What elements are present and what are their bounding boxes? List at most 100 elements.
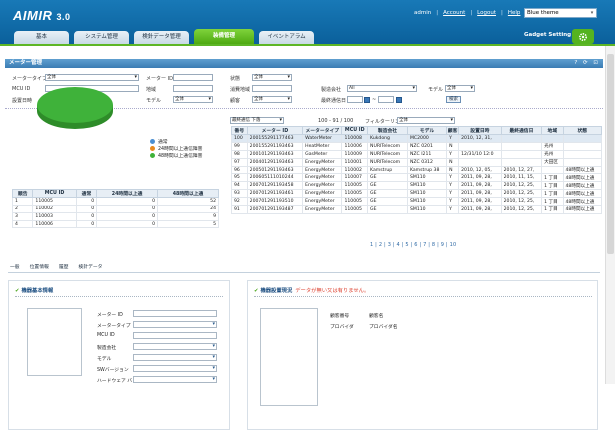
tab-basic[interactable]: 基本: [14, 31, 69, 44]
table-cell: 0: [96, 197, 159, 206]
logout-link[interactable]: Logout: [477, 10, 496, 16]
page-scrollbar[interactable]: [605, 46, 615, 384]
region-input[interactable]: [173, 85, 213, 92]
meter-header-cell[interactable]: 番号: [231, 126, 248, 135]
meter-header-cell[interactable]: メータータイプ: [302, 126, 343, 135]
tab-event-alarm[interactable]: イベントアラム: [259, 31, 314, 44]
search-button[interactable]: 検索: [446, 96, 461, 103]
table-cell: EnergyMeter: [302, 157, 343, 167]
table-cell: SM110: [406, 173, 448, 183]
hw-version-field[interactable]: [133, 376, 217, 383]
tab-equipment[interactable]: 装備管理: [194, 29, 254, 44]
status-select[interactable]: 全体: [252, 74, 292, 81]
scrollbar-thumb[interactable]: [607, 54, 614, 254]
customer-select[interactable]: 全体: [252, 96, 292, 103]
consumer-region-label: 消費地域: [230, 87, 251, 93]
filter-select[interactable]: 全体: [397, 117, 455, 124]
model-field[interactable]: [133, 354, 217, 361]
install-status-panel: ✔ 機器設置現況 データが無い又は有りません。 顧客番号 顧客名 プロバイダ プロバ…: [247, 280, 598, 430]
table-cell: 2010, 12, 25,: [500, 189, 543, 199]
table-row[interactable]: 92 200701291193510 EnergyMeter 110005 GE SM11…: [231, 197, 602, 207]
table-cell: Y: [446, 181, 460, 191]
table-cell: [500, 141, 543, 151]
table-cell: GE: [367, 189, 408, 199]
detail-tab-location[interactable]: 位置情報: [28, 264, 51, 272]
mcu-id-field[interactable]: [133, 332, 217, 339]
table-cell: WaterMeter: [302, 134, 343, 143]
meter-id-field[interactable]: [133, 310, 217, 317]
meter-header-cell[interactable]: 顧客: [446, 126, 460, 135]
table-cell: 110006: [341, 141, 369, 151]
manufacturer-select[interactable]: All: [347, 85, 417, 92]
table-row[interactable]: 98 200101291193463 GasMeter 110009 NURITelec…: [231, 149, 602, 159]
table-row[interactable]: 99 200155291193463 HeatMeter 110006 NURITele…: [231, 141, 602, 151]
last-comm-to[interactable]: [378, 96, 394, 103]
table-row[interactable]: 2 110002 0 0 24: [11, 204, 219, 214]
gadget-setting-link[interactable]: Gadget Setting: [524, 32, 571, 38]
model-select[interactable]: 全体: [445, 85, 475, 92]
table-cell: N: [446, 157, 460, 167]
top-links: admin | Account | Logout | Help: [414, 10, 521, 16]
help-link[interactable]: Help: [508, 10, 521, 16]
table-cell: 0: [75, 212, 98, 221]
tab-metering-data[interactable]: 検針データ管理: [134, 31, 189, 44]
detail-tab-general[interactable]: 一般: [8, 264, 22, 272]
detail-tab-metering[interactable]: 検針データ: [76, 264, 104, 272]
meter-header-cell[interactable]: 状態: [562, 126, 602, 135]
table-cell: [500, 149, 543, 159]
table-row[interactable]: 1 110005 0 0 52: [11, 197, 219, 206]
meter-id-input[interactable]: [173, 74, 213, 81]
table-row[interactable]: 3 110003 0 0 9: [11, 212, 219, 221]
model2-select[interactable]: 全体: [173, 96, 213, 103]
table-row[interactable]: 94 200701291193458 EnergyMeter 110005 GE SM11…: [231, 181, 602, 191]
theme-select[interactable]: Blue theme ▾: [524, 8, 597, 18]
meter-id-label: メーター ID: [146, 76, 173, 82]
pagination[interactable]: 1 | 2 | 3 | 4 | 5 | 6 | 7 | 8 | 9 | 10: [370, 242, 456, 248]
table-row[interactable]: 96 200501291193463 EnergyMeter 110002 Kamstr…: [231, 165, 602, 175]
table-row[interactable]: 100 200155291177463 WaterMeter 110008 Kukdon…: [231, 134, 602, 143]
table-cell: 48時間以上通: [562, 165, 602, 175]
gear-icon: [578, 32, 588, 41]
meter-header-cell[interactable]: 地域: [541, 126, 564, 135]
calendar-icon[interactable]: [396, 97, 402, 103]
calendar-icon[interactable]: [364, 97, 370, 103]
table-cell: 2011, 09, 28,: [458, 197, 502, 207]
meter-type-field[interactable]: [133, 321, 217, 328]
table-row[interactable]: 97 200401291193463 EnergyMeter 110001 NURITe…: [231, 157, 602, 167]
sw-version-field[interactable]: [133, 365, 217, 372]
table-cell: 99: [231, 141, 248, 151]
table-cell: EnergyMeter: [302, 205, 343, 214]
table-row[interactable]: 4 110006 0 0 5: [11, 219, 219, 229]
meter-header-cell[interactable]: MCU ID: [341, 126, 369, 135]
tab-system[interactable]: システム管理: [74, 31, 129, 44]
legend-swatch: [150, 146, 155, 151]
meter-header-cell[interactable]: メーター ID: [246, 126, 304, 135]
table-cell: 200155291193463: [246, 141, 304, 151]
table-row[interactable]: 95 200605111010244 EnergyMeter 110007 GE SM11…: [231, 173, 602, 183]
meter-header-cell[interactable]: 設置日時: [458, 126, 502, 135]
install-status-title: ✔ 機器設置現況 データが無い又は有りません。: [254, 288, 370, 294]
table-row[interactable]: 91 200701291193487 EnergyMeter 110005 GE SM11…: [231, 205, 602, 214]
summary-header-cell[interactable]: 48時間以上通: [157, 189, 219, 198]
summary-header-cell[interactable]: 通常: [75, 189, 98, 198]
detail-tab-history[interactable]: 履歴: [57, 264, 71, 272]
table-cell: NZC 0201: [406, 141, 448, 151]
sort-select[interactable]: 最終通信 下落: [230, 117, 284, 124]
section-tool-icons[interactable]: ? ⟳ ⊡: [574, 59, 600, 68]
summary-header-cell[interactable]: 順告: [11, 189, 34, 198]
meter-header-cell[interactable]: 最終通信日: [500, 126, 543, 135]
app-logo[interactable]: AIMIR 3.0: [13, 8, 70, 23]
consumer-region-input[interactable]: [252, 85, 292, 92]
table-cell: GE: [367, 173, 408, 183]
summary-header-cell[interactable]: MCU ID: [32, 189, 77, 198]
meter-header-cell[interactable]: 製造会社: [367, 126, 408, 135]
account-link[interactable]: Account: [443, 10, 465, 16]
gear-button[interactable]: [572, 29, 594, 44]
summary-header-cell[interactable]: 24時間以上通: [96, 189, 159, 198]
manufacturer-field[interactable]: [133, 343, 217, 350]
table-cell: 200701291193461: [246, 189, 304, 199]
last-comm-from[interactable]: [347, 96, 363, 103]
table-row[interactable]: 93 200701291193461 EnergyMeter 110005 GE SM11…: [231, 189, 602, 199]
meter-type-select[interactable]: 全体: [45, 74, 139, 81]
meter-header-cell[interactable]: モデル: [406, 126, 448, 135]
